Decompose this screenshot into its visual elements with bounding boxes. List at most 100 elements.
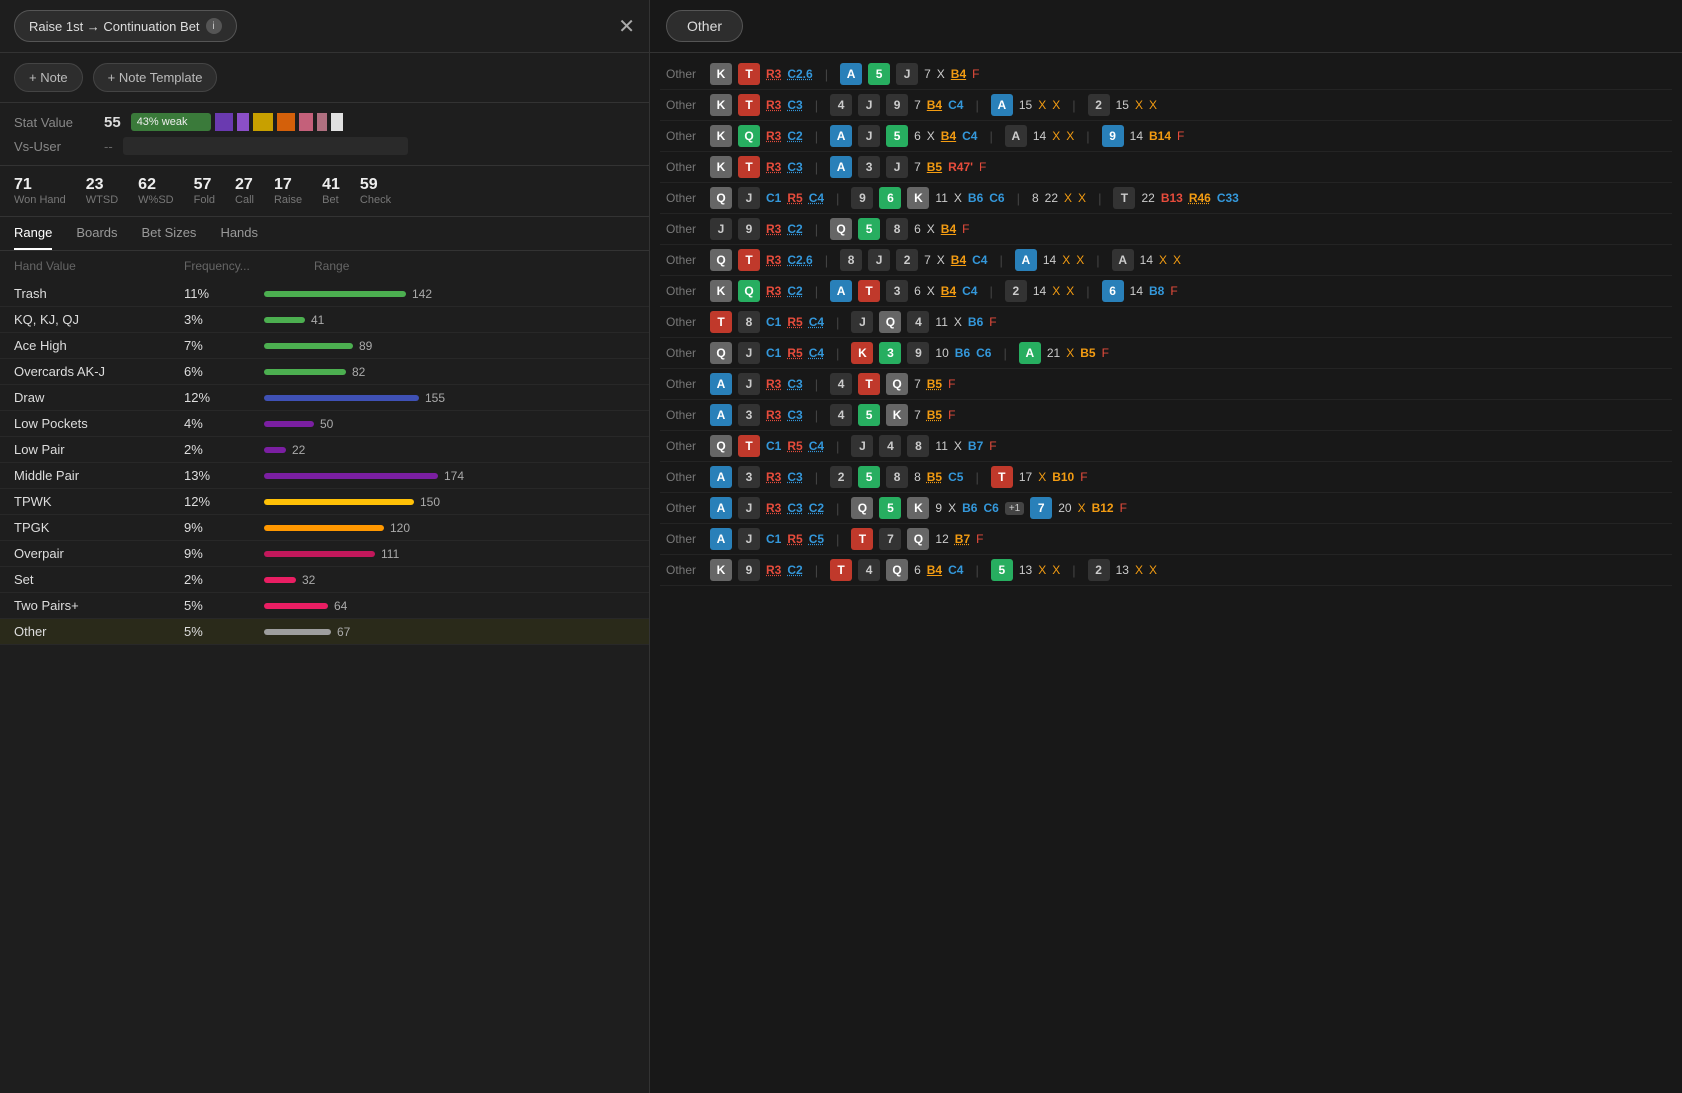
stat-num-4: 27 — [235, 176, 253, 194]
bar — [264, 629, 331, 635]
stat-col-4: 27 Call — [235, 176, 254, 206]
table-row: Two Pairs+ 5% 64 — [0, 593, 649, 619]
table-row: Overcards AK-J 6% 82 — [0, 359, 649, 385]
stats-grid: 71 Won Hand 23 WTSD 62 W%SD 57 Fold 27 C… — [0, 166, 649, 217]
table-row: Overpair 9% 111 — [0, 541, 649, 567]
tab-range[interactable]: Range — [14, 225, 52, 250]
table-row: Draw 12% 155 — [0, 385, 649, 411]
stat-lbl-0: Won Hand — [14, 194, 66, 206]
stat-label: Stat Value — [14, 115, 94, 130]
seg4 — [277, 113, 295, 131]
list-item: Other A 3 R3 C3 | 2 5 8 8 B5 C5 | T 17 X… — [660, 462, 1672, 493]
table-row: Set 2% 32 — [0, 567, 649, 593]
stat-value-row: Stat Value 55 43% weak — [14, 113, 635, 131]
seg6 — [317, 113, 327, 131]
bar — [264, 447, 286, 453]
stat-lbl-7: Check — [360, 194, 391, 206]
stat-lbl-5: Raise — [274, 194, 302, 206]
bar — [264, 343, 353, 349]
list-item: Other J 9 R3 C2 | Q 5 8 6 X B4 F — [660, 214, 1672, 245]
stat-lbl-6: Bet — [322, 194, 339, 206]
stat-bar-text: 43% weak — [137, 116, 188, 128]
bar — [264, 291, 406, 297]
table-row: TPWK 12% 150 — [0, 489, 649, 515]
raise-btn[interactable]: Raise 1st → Continuation Bet i — [14, 10, 237, 42]
stat-num-1: 23 — [86, 176, 104, 194]
table-row: Low Pair 2% 22 — [0, 437, 649, 463]
stat-col-6: 41 Bet — [322, 176, 340, 206]
bar — [264, 525, 384, 531]
raise-btn-label: Raise 1st → Continuation Bet — [29, 19, 200, 34]
list-item: Other A J R3 C3 C2 | Q 5 K 9 X B6 C6 +1 … — [660, 493, 1672, 524]
template-btn[interactable]: + Note Template — [93, 63, 218, 92]
table-row: TPGK 9% 120 — [0, 515, 649, 541]
seg5 — [299, 113, 313, 131]
bar — [264, 499, 414, 505]
stat-lbl-1: WTSD — [86, 194, 118, 206]
list-item: Other A J R3 C3 | 4 T Q 7 B5 F — [660, 369, 1672, 400]
tab-boards[interactable]: Boards — [76, 225, 117, 250]
close-btn[interactable]: ✕ — [618, 14, 635, 39]
stat-lbl-4: Call — [235, 194, 254, 206]
list-item: Other Q T C1 R5 C4 | J 4 8 11 X B7 F — [660, 431, 1672, 462]
seg1 — [215, 113, 233, 131]
action-bar: + Note + Note Template — [0, 53, 649, 103]
range-table: Trash 11% 142 KQ, KJ, QJ 3% 41 Ace High … — [0, 281, 649, 1093]
stat-section: Stat Value 55 43% weak Vs-User -- — [0, 103, 649, 166]
info-icon: i — [206, 18, 222, 34]
list-item: Other Q J C1 R5 C4 | 9 6 K 11 X B6 C6 | … — [660, 183, 1672, 214]
list-item: Other A J C1 R5 C5 | T 7 Q 12 B7 F — [660, 524, 1672, 555]
bar — [264, 317, 305, 323]
tabs-bar: Range Boards Bet Sizes Hands — [0, 217, 649, 251]
stat-col-3: 57 Fold — [194, 176, 215, 206]
stat-col-5: 17 Raise — [274, 176, 302, 206]
vs-user-row: Vs-User -- — [14, 137, 635, 155]
left-panel: Raise 1st → Continuation Bet i ✕ + Note … — [0, 0, 650, 1093]
bar — [264, 473, 438, 479]
bar — [264, 603, 328, 609]
right-content: Other K T R3 C2.6 | A 5 J 7 X B4 F Other… — [650, 53, 1682, 1093]
table-row: Middle Pair 13% 174 — [0, 463, 649, 489]
seg2 — [237, 113, 249, 131]
vs-user-bar — [123, 137, 408, 155]
tab-hands[interactable]: Hands — [220, 225, 258, 250]
vs-user-label: Vs-User — [14, 139, 94, 154]
right-panel: Other Other K T R3 C2.6 | A 5 J 7 X B4 F… — [650, 0, 1682, 1093]
stat-num-2: 62 — [138, 176, 156, 194]
list-item: Other K T R3 C3 | 4 J 9 7 B4 C4 | A 15 X… — [660, 90, 1672, 121]
note-btn[interactable]: + Note — [14, 63, 83, 92]
stat-lbl-3: Fold — [194, 194, 215, 206]
list-item: Other K Q R3 C2 | A J 5 6 X B4 C4 | A 14… — [660, 121, 1672, 152]
other-tab-btn[interactable]: Other — [666, 10, 743, 42]
list-item: Other A 3 R3 C3 | 4 5 K 7 B5 F — [660, 400, 1672, 431]
list-item: Other T 8 C1 R5 C4 | J Q 4 11 X B6 F — [660, 307, 1672, 338]
stat-value-num: 55 — [104, 114, 121, 131]
stat-col-2: 62 W%SD — [138, 176, 173, 206]
stat-col-1: 23 WTSD — [86, 176, 118, 206]
bar — [264, 421, 314, 427]
stat-bar-container: 43% weak — [131, 113, 635, 131]
list-item: Other K T R3 C2.6 | A 5 J 7 X B4 F — [660, 59, 1672, 90]
stat-col-7: 59 Check — [360, 176, 391, 206]
list-item: Other Q T R3 C2.6 | 8 J 2 7 X B4 C4 | A … — [660, 245, 1672, 276]
list-item: Other K Q R3 C2 | A T 3 6 X B4 C4 | 2 14… — [660, 276, 1672, 307]
header-bar: Raise 1st → Continuation Bet i ✕ — [0, 0, 649, 53]
vs-user-val: -- — [104, 139, 113, 154]
bar — [264, 395, 419, 401]
list-item: Other K T R3 C3 | A 3 J 7 B5 R47' F — [660, 152, 1672, 183]
tab-betsizes[interactable]: Bet Sizes — [142, 225, 197, 250]
bar — [264, 577, 296, 583]
col-freq-header: Frequency... — [184, 259, 304, 273]
stat-col-0: 71 Won Hand — [14, 176, 66, 206]
range-header: Hand Value Frequency... Range — [0, 251, 649, 281]
table-row: Ace High 7% 89 — [0, 333, 649, 359]
stat-num-0: 71 — [14, 176, 32, 194]
col-range-header: Range — [314, 259, 635, 273]
stat-num-7: 59 — [360, 176, 378, 194]
table-row: Low Pockets 4% 50 — [0, 411, 649, 437]
table-row: KQ, KJ, QJ 3% 41 — [0, 307, 649, 333]
list-item: Other Q J C1 R5 C4 | K 3 9 10 B6 C6 | A … — [660, 338, 1672, 369]
seg7 — [331, 113, 343, 131]
table-row-other: Other 5% 67 — [0, 619, 649, 645]
stat-lbl-2: W%SD — [138, 194, 173, 206]
